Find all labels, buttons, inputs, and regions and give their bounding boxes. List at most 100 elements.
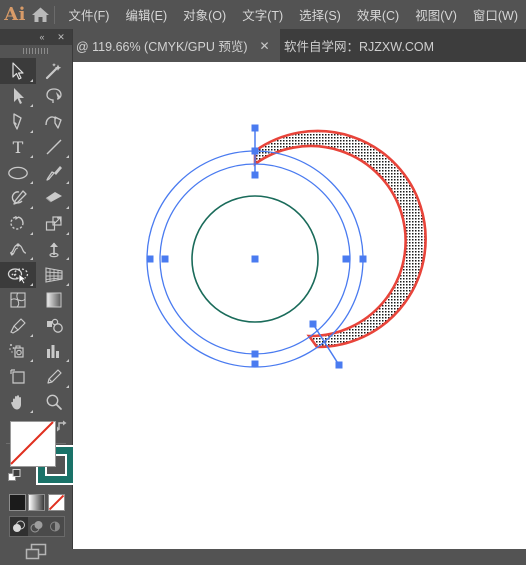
watermark-text: 软件自学网：RJZXW.COM <box>284 40 434 54</box>
menu-effect[interactable]: 效果(C) <box>349 0 407 29</box>
double-chevron-left-icon[interactable]: « <box>34 30 50 44</box>
tool-flyout-arrow[interactable] <box>66 359 69 362</box>
anchor-top-inner[interactable] <box>251 171 259 179</box>
line-segment-tool[interactable] <box>36 135 72 161</box>
tool-flyout-arrow[interactable] <box>30 206 33 209</box>
drag-grip-icon[interactable] <box>0 45 72 57</box>
color-swatches <box>0 417 76 511</box>
anchor-arc-handle[interactable] <box>335 361 343 369</box>
fill-swatch[interactable] <box>10 421 56 467</box>
symbol-sprayer-tool[interactable] <box>0 339 36 365</box>
close-icon[interactable]: ✕ <box>258 39 272 53</box>
tool-flyout-arrow[interactable] <box>30 104 33 107</box>
tool-flyout-arrow[interactable] <box>66 282 69 286</box>
anchor-top-handle[interactable] <box>251 124 259 132</box>
ellipse-tool[interactable] <box>0 160 36 186</box>
tool-grid: T <box>0 58 72 415</box>
draw-behind-button[interactable] <box>28 517 46 536</box>
menu-select[interactable]: 选择(S) <box>291 0 349 29</box>
tool-flyout-arrow[interactable] <box>30 282 33 286</box>
mesh-tool[interactable] <box>0 288 36 314</box>
artboard-tool[interactable] <box>0 364 36 390</box>
anchor-center[interactable] <box>251 255 259 263</box>
free-transform-tool[interactable] <box>36 237 72 263</box>
menu-bar: Ai 文件(F) 编辑(E) 对象(O) 文字(T) 选择(S) 效果(C) 视… <box>0 0 526 29</box>
magic-wand-tool[interactable] <box>36 58 72 84</box>
width-tool[interactable] <box>0 237 36 263</box>
tools-panel-header[interactable]: « ✕ <box>0 29 72 45</box>
tool-flyout-arrow[interactable] <box>30 257 33 260</box>
menu-view[interactable]: 视图(V) <box>407 0 465 29</box>
hand-tool[interactable] <box>0 390 36 416</box>
menu-object[interactable]: 对象(O) <box>175 0 234 29</box>
menu-file[interactable]: 文件(F) <box>61 0 118 29</box>
draw-inside-button[interactable] <box>46 517 64 536</box>
tools-panel: « ✕ T <box>0 29 76 560</box>
tool-flyout-arrow[interactable] <box>66 206 69 209</box>
change-screen-mode-button[interactable] <box>0 539 72 565</box>
anchor-right-inner[interactable] <box>342 255 350 263</box>
tool-flyout-arrow[interactable] <box>66 257 69 260</box>
selection-tool[interactable] <box>0 58 36 84</box>
pen-tool[interactable] <box>0 109 36 135</box>
blend-tool[interactable] <box>36 313 72 339</box>
shape-builder-tool[interactable] <box>0 262 36 288</box>
default-fill-stroke-icon[interactable] <box>8 469 22 488</box>
tool-flyout-arrow[interactable] <box>66 180 69 184</box>
svg-text:T: T <box>13 138 24 156</box>
tool-flyout-arrow[interactable] <box>66 231 69 235</box>
tool-flyout-arrow[interactable] <box>30 359 33 362</box>
tool-flyout-arrow[interactable] <box>30 410 33 413</box>
zoom-tool[interactable] <box>36 390 72 416</box>
lasso-tool[interactable] <box>36 84 72 110</box>
shaper-tool[interactable] <box>0 186 36 212</box>
home-icon[interactable] <box>30 0 52 29</box>
drawing-modes <box>9 516 65 537</box>
type-tool[interactable]: T <box>0 135 36 161</box>
tool-flyout-arrow[interactable] <box>30 129 33 133</box>
illustrator-window: Ai 文件(F) 编辑(E) 对象(O) 文字(T) 选择(S) 效果(C) 视… <box>0 0 526 560</box>
tool-flyout-arrow[interactable] <box>66 384 69 388</box>
canvas-area[interactable] <box>73 62 526 549</box>
artwork-svg[interactable] <box>73 62 526 549</box>
menu-edit[interactable]: 编辑(E) <box>117 0 175 29</box>
rotate-tool[interactable] <box>0 211 36 237</box>
anchor-bottom-inner[interactable] <box>251 350 259 358</box>
eraser-tool[interactable] <box>36 186 72 212</box>
none-mode-button[interactable] <box>47 491 66 513</box>
anchor-bottom-outer[interactable] <box>251 360 259 368</box>
document-tab-bar: @ 119.66% (CMYK/GPU 预览) ✕ 软件自学网：RJZXW.CO… <box>0 29 526 62</box>
color-mode-buttons <box>8 491 66 513</box>
perspective-grid-tool[interactable] <box>36 262 72 288</box>
eyedropper-tool[interactable] <box>0 313 36 339</box>
menu-type[interactable]: 文字(T) <box>234 0 291 29</box>
curvature-tool[interactable] <box>36 109 72 135</box>
color-mode-button[interactable] <box>8 491 27 513</box>
tool-flyout-arrow[interactable] <box>30 155 33 158</box>
close-icon[interactable]: ✕ <box>53 30 69 44</box>
document-tab[interactable]: @ 119.66% (CMYK/GPU 预览) ✕ <box>68 29 280 62</box>
anchor-left-inner[interactable] <box>161 255 169 263</box>
tool-flyout-arrow[interactable] <box>30 231 33 235</box>
draw-normal-button[interactable] <box>10 517 28 536</box>
tool-flyout-arrow[interactable] <box>66 155 69 158</box>
column-graph-tool[interactable] <box>36 339 72 365</box>
gradient-mode-button[interactable] <box>27 491 46 513</box>
paintbrush-tool[interactable] <box>36 160 72 186</box>
arc-segment-shape[interactable] <box>253 129 427 349</box>
tool-flyout-arrow[interactable] <box>30 78 33 82</box>
anchor-arc-end[interactable] <box>309 320 317 328</box>
scale-tool[interactable] <box>36 211 72 237</box>
app-logo: Ai <box>4 4 26 25</box>
menu-window[interactable]: 窗口(W) <box>465 0 526 29</box>
document-tab-label: @ 119.66% (CMYK/GPU 预览) <box>76 40 248 54</box>
anchor-top-outer[interactable] <box>251 147 259 155</box>
swap-fill-stroke-icon[interactable] <box>56 419 70 438</box>
gradient-tool[interactable] <box>36 288 72 314</box>
direct-selection-tool[interactable] <box>0 84 36 110</box>
anchor-right-outer[interactable] <box>359 255 367 263</box>
slice-tool[interactable] <box>36 364 72 390</box>
tool-flyout-arrow[interactable] <box>30 180 33 184</box>
anchor-left-outer[interactable] <box>146 255 154 263</box>
tool-flyout-arrow[interactable] <box>30 333 33 337</box>
